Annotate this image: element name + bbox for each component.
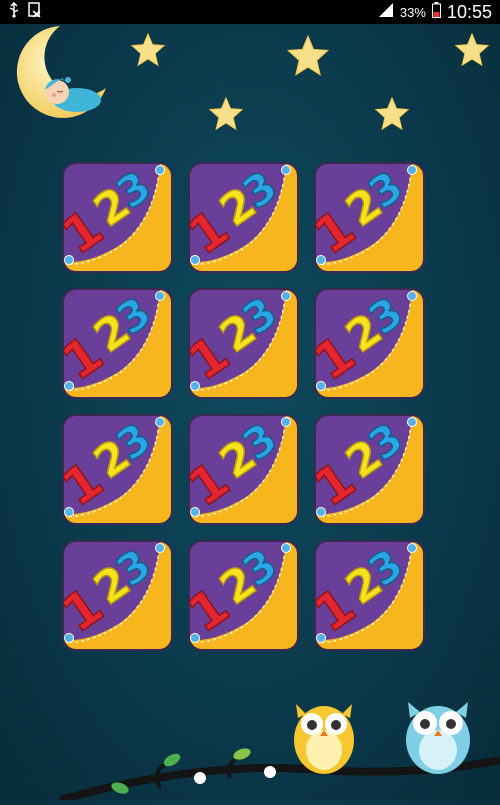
card-back-123-icon: 3 2 1 [62,288,173,399]
memory-card[interactable]: 3 2 1 [60,160,175,275]
memory-card[interactable]: 3 2 1 [186,538,301,653]
usb-icon [8,1,20,23]
star-icon [208,96,244,137]
owls-on-branch-icon [0,690,500,805]
memory-card[interactable]: 3 2 1 [186,412,301,527]
clock: 10:55 [446,1,492,22]
card-back-123-icon: 3 2 1 [62,414,173,525]
memory-card[interactable]: 3 2 1 [186,160,301,275]
memory-card[interactable]: 3 2 1 [312,538,427,653]
memory-card[interactable]: 3 2 1 [312,286,427,401]
memory-card[interactable]: 3 2 1 [312,160,427,275]
card-back-123-icon: 3 2 1 [188,540,299,651]
screenshot-icon [28,1,42,23]
star-icon [286,34,330,83]
card-back-123-icon: 3 2 1 [188,162,299,273]
star-icon [454,32,490,73]
battery-icon [431,1,441,23]
star-icon [374,96,410,137]
memory-card[interactable]: 3 2 1 [60,538,175,653]
star-icon [130,32,166,73]
card-back-123-icon: 3 2 1 [314,540,425,651]
signal-icon [378,2,394,23]
card-back-123-icon: 3 2 1 [62,540,173,651]
card-back-123-icon: 3 2 1 [188,414,299,525]
memory-card[interactable]: 3 2 1 [312,412,427,527]
card-back-123-icon: 3 2 1 [62,162,173,273]
card-grid: 3 2 1 3 2 1 3 2 1 3 2 1 3 2 1 3 2 1 3 2 … [60,160,427,653]
card-back-123-icon: 3 2 1 [314,162,425,273]
status-bar: 33% 10:55 [0,0,500,24]
battery-percent: 33% [399,4,426,20]
memory-card[interactable]: 3 2 1 [186,286,301,401]
memory-card[interactable]: 3 2 1 [60,286,175,401]
memory-card[interactable]: 3 2 1 [60,412,175,527]
card-back-123-icon: 3 2 1 [314,288,425,399]
card-back-123-icon: 3 2 1 [188,288,299,399]
card-back-123-icon: 3 2 1 [314,414,425,525]
moon-baby-icon [2,22,112,127]
